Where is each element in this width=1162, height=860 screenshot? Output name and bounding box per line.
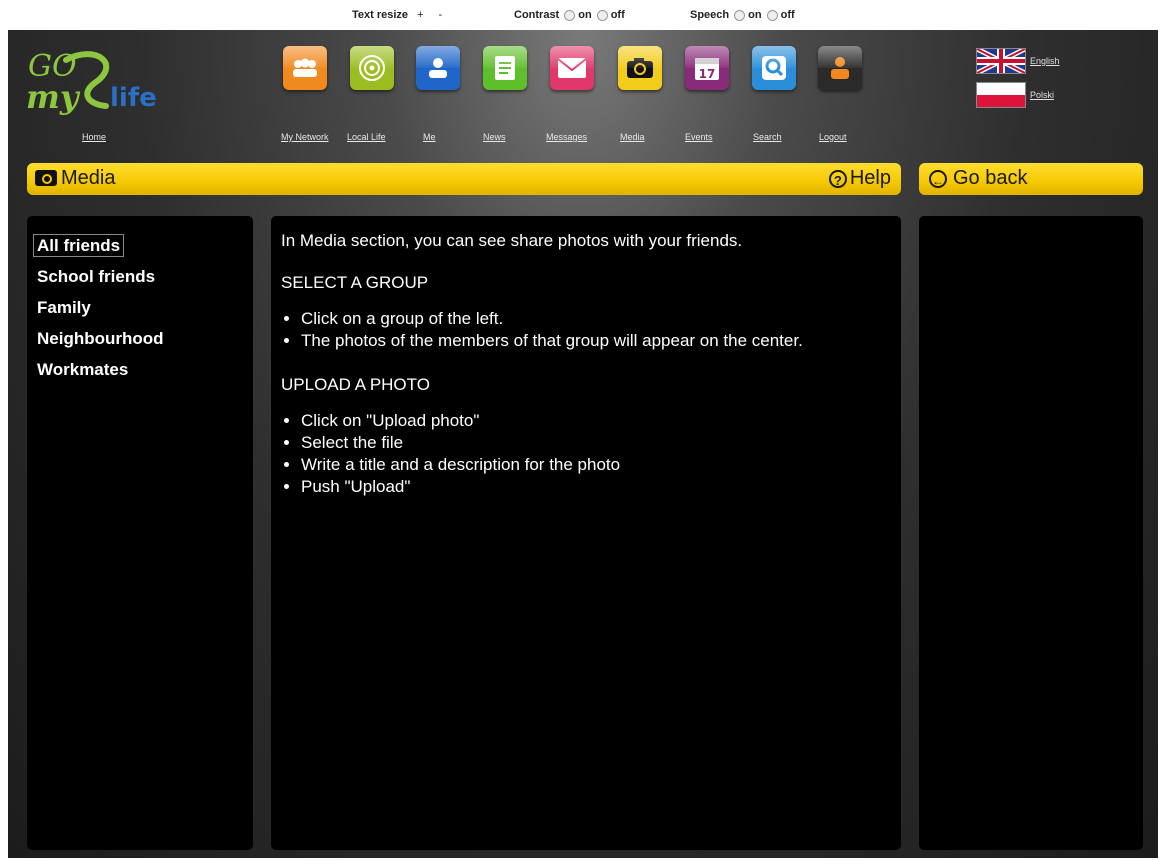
nav-label-messages[interactable]: Messages bbox=[546, 132, 587, 142]
group-item-family[interactable]: Family bbox=[37, 292, 253, 323]
speech-on-label: on bbox=[748, 9, 762, 21]
list-item: Push "Upload" bbox=[301, 476, 901, 498]
home-link[interactable]: Home bbox=[82, 132, 106, 142]
group-item-workmates[interactable]: Workmates bbox=[37, 354, 253, 385]
go-back-button[interactable]: ← Go back bbox=[919, 163, 1143, 195]
gomylife-logo[interactable]: GO my life bbox=[26, 46, 176, 124]
nav-me[interactable] bbox=[416, 46, 462, 90]
group-list: All friends School friends Family Neighb… bbox=[27, 216, 253, 385]
nav-messages[interactable] bbox=[550, 46, 596, 90]
section-title: Media bbox=[61, 167, 116, 189]
nav-search[interactable] bbox=[752, 46, 798, 90]
text-resize-control: Text resize + - bbox=[352, 9, 442, 21]
upload-photo-heading: UPLOAD A PHOTO bbox=[281, 375, 430, 394]
list-item: Click on "Upload photo" bbox=[301, 410, 901, 432]
arrow-left-icon: ← bbox=[929, 169, 947, 188]
help-content: In Media section, you can see share phot… bbox=[271, 216, 901, 498]
nav-label-logout[interactable]: Logout bbox=[819, 132, 847, 142]
contrast-label: Contrast bbox=[514, 9, 560, 21]
poland-flag-icon bbox=[976, 82, 1026, 108]
language-polski[interactable]: Polski bbox=[976, 82, 1060, 108]
nav-label-media[interactable]: Media bbox=[620, 132, 645, 142]
text-resize-plus-button[interactable]: + bbox=[417, 9, 423, 21]
section-title-bar: Media ? Help bbox=[27, 163, 901, 195]
list-item: Write a title and a description for the … bbox=[301, 454, 901, 476]
logout-icon bbox=[818, 46, 862, 90]
upload-photo-steps: Click on "Upload photo" Select the file … bbox=[281, 410, 901, 498]
contrast-off-label: off bbox=[610, 9, 625, 21]
svg-text:17: 17 bbox=[699, 67, 716, 81]
help-intro: In Media section, you can see share phot… bbox=[281, 231, 743, 250]
nav-my-network[interactable] bbox=[283, 46, 329, 90]
select-group-steps: Click on a group of the left. The photos… bbox=[281, 308, 901, 352]
text-resize-label: Text resize bbox=[352, 9, 409, 21]
language-selector: English Polski bbox=[976, 48, 1060, 116]
contrast-control: Contrast on off bbox=[514, 9, 625, 21]
people-icon bbox=[283, 46, 327, 90]
calendar-icon: 17 bbox=[685, 46, 729, 90]
speech-on-radio[interactable] bbox=[734, 9, 746, 21]
speech-control: Speech on off bbox=[690, 9, 795, 21]
list-item: The photos of the members of that group … bbox=[301, 330, 901, 352]
nav-events[interactable]: 17 bbox=[685, 46, 731, 90]
group-label: School friends bbox=[37, 267, 156, 286]
go-back-label: Go back bbox=[953, 167, 1028, 189]
question-icon: ? bbox=[828, 169, 847, 188]
camera-icon bbox=[35, 170, 57, 186]
help-button[interactable]: ? Help bbox=[828, 167, 891, 190]
group-item-school-friends[interactable]: School friends bbox=[37, 261, 253, 292]
contrast-off-radio[interactable] bbox=[596, 9, 608, 21]
content-panel: In Media section, you can see share phot… bbox=[271, 216, 901, 850]
group-item-all-friends[interactable]: All friends bbox=[33, 230, 253, 261]
group-label: Family bbox=[37, 298, 91, 317]
nav-label-my-network[interactable]: My Network bbox=[281, 132, 329, 142]
nav-media[interactable] bbox=[618, 46, 664, 90]
nav-label-events[interactable]: Events bbox=[685, 132, 713, 142]
envelope-icon bbox=[550, 46, 594, 90]
speech-off-radio[interactable] bbox=[766, 9, 778, 21]
uk-flag-icon bbox=[976, 48, 1026, 74]
speech-label: Speech bbox=[690, 9, 730, 21]
group-label: Neighbourhood bbox=[37, 329, 164, 348]
help-label: Help bbox=[849, 167, 891, 189]
groups-panel: All friends School friends Family Neighb… bbox=[27, 216, 253, 850]
speech-off-label: off bbox=[780, 9, 795, 21]
accessibility-bar: Text resize + - Contrast on off Speech o… bbox=[0, 0, 1162, 30]
person-icon bbox=[416, 46, 460, 90]
svg-text:life: life bbox=[110, 83, 157, 113]
select-group-heading: SELECT A GROUP bbox=[281, 273, 429, 292]
camera-icon bbox=[618, 46, 662, 90]
nav-logout[interactable] bbox=[818, 46, 864, 90]
side-panel bbox=[919, 216, 1143, 850]
list-item: Select the file bbox=[301, 432, 901, 454]
contrast-on-radio[interactable] bbox=[564, 9, 576, 21]
nav-news[interactable] bbox=[483, 46, 529, 90]
text-resize-minus-button[interactable]: - bbox=[439, 9, 443, 21]
language-english[interactable]: English bbox=[976, 48, 1060, 74]
group-item-neighbourhood[interactable]: Neighbourhood bbox=[37, 323, 253, 354]
nav-label-me[interactable]: Me bbox=[423, 132, 436, 142]
nav-label-search[interactable]: Search bbox=[753, 132, 782, 142]
group-label: All friends bbox=[33, 234, 125, 257]
nav-local-life[interactable] bbox=[350, 46, 396, 90]
document-icon bbox=[483, 46, 527, 90]
target-icon bbox=[350, 46, 394, 90]
list-item: Click on a group of the left. bbox=[301, 308, 901, 330]
svg-text:my: my bbox=[26, 78, 81, 116]
language-polski-label[interactable]: Polski bbox=[1030, 90, 1054, 100]
nav-label-local-life[interactable]: Local Life bbox=[347, 132, 386, 142]
magnifier-icon bbox=[752, 46, 796, 90]
nav-label-news[interactable]: News bbox=[483, 132, 506, 142]
language-english-label[interactable]: English bbox=[1030, 56, 1060, 66]
group-label: Workmates bbox=[37, 360, 129, 379]
contrast-on-label: on bbox=[578, 9, 592, 21]
